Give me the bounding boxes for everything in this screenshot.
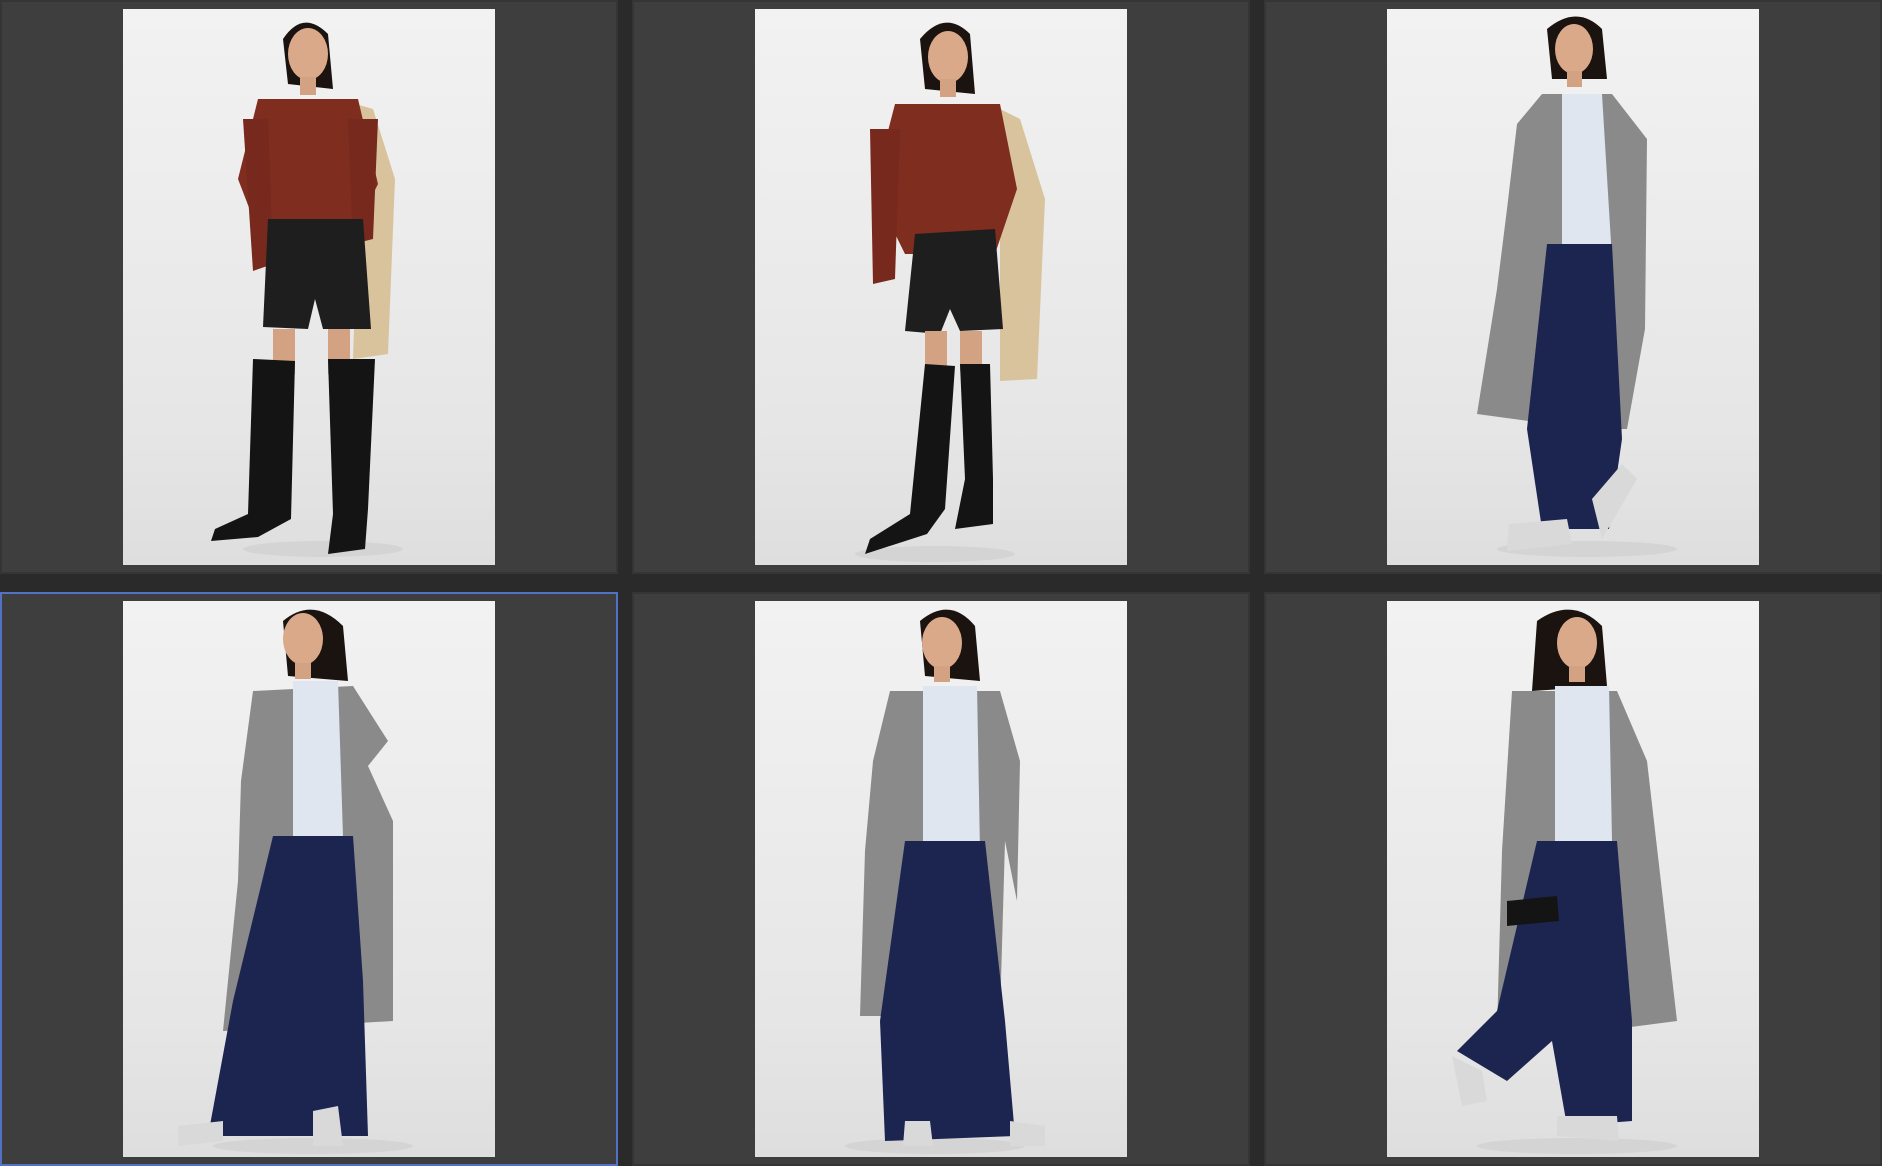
thumbnail-cell-3[interactable] xyxy=(1264,0,1882,574)
thumbnail-image-5 xyxy=(755,601,1127,1157)
thumbnail-image-1 xyxy=(123,9,495,565)
thumbnail-image-4 xyxy=(123,601,495,1157)
thumbnail-cell-2[interactable] xyxy=(632,0,1250,574)
thumbnail-grid xyxy=(0,0,1882,1166)
thumbnail-image-3 xyxy=(1387,9,1759,565)
thumbnail-image-6 xyxy=(1387,601,1759,1157)
thumbnail-image-2 xyxy=(755,9,1127,565)
thumbnail-cell-4[interactable] xyxy=(0,592,618,1166)
thumbnail-cell-6[interactable] xyxy=(1264,592,1882,1166)
thumbnail-cell-1[interactable] xyxy=(0,0,618,574)
thumbnail-cell-5[interactable] xyxy=(632,592,1250,1166)
